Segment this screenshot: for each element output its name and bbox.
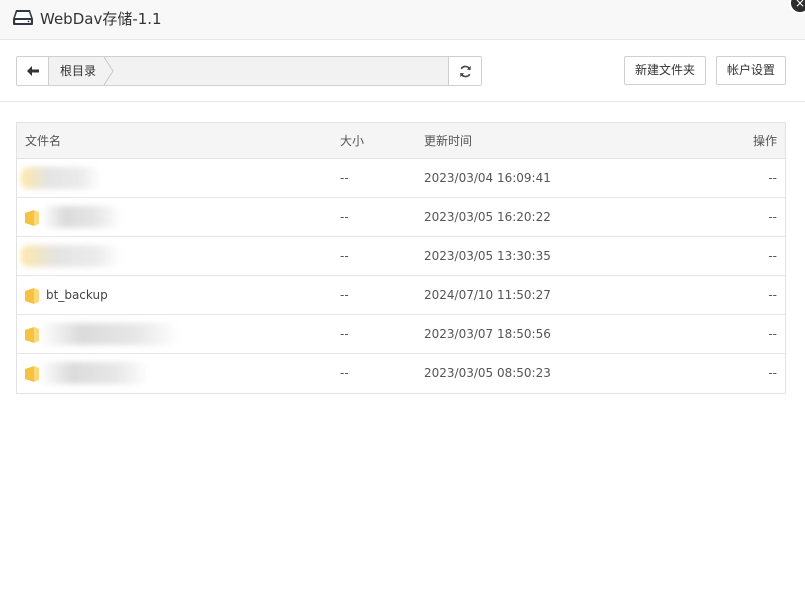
title-bar: WebDav存储-1.1 [0,0,805,40]
file-size: -- [340,366,349,380]
divider [0,101,805,102]
column-header-actions: 操作 [752,134,777,148]
file-time: 2024/07/10 11:50:27 [424,288,551,302]
file-size: -- [340,249,349,263]
breadcrumb-separator [103,57,114,85]
breadcrumb-root[interactable]: 根目录 [50,57,109,85]
file-time: 2023/03/07 18:50:56 [424,327,551,341]
file-actions: -- [768,171,777,185]
file-size: -- [340,171,349,185]
redacted-filename [21,167,101,189]
redacted-filename [21,245,121,267]
file-table: 文件名 大小 更新时间 操作 -- 2023/03/04 16:09:41 --… [16,122,786,394]
column-header-name[interactable]: 文件名 [25,123,61,159]
file-size: -- [340,327,349,341]
file-size: -- [340,210,349,224]
folder-icon [25,366,39,382]
file-time: 2023/03/05 16:20:22 [424,210,551,224]
refresh-icon [459,65,471,77]
table-header: 文件名 大小 更新时间 操作 [17,123,785,159]
table-row[interactable]: -- 2023/03/04 16:09:41 -- [17,159,785,198]
redacted-filename [41,206,121,228]
column-header-size[interactable]: 大小 [340,123,364,159]
file-time: 2023/03/04 16:09:41 [424,171,551,185]
file-actions: -- [768,210,777,224]
file-name[interactable]: bt_backup [46,276,108,315]
table-row[interactable]: -- 2023/03/05 08:50:23 -- [17,354,785,393]
file-actions: -- [768,327,777,341]
table-row[interactable]: bt_backup -- 2024/07/10 11:50:27 -- [17,276,785,315]
redacted-filename [39,362,149,384]
redacted-filename [39,323,179,345]
table-row[interactable]: -- 2023/03/05 13:30:35 -- [17,237,785,276]
folder-icon [25,288,39,304]
table-row[interactable]: -- 2023/03/07 18:50:56 -- [17,315,785,354]
back-button[interactable] [17,57,49,85]
webdav-storage-icon [13,10,33,25]
new-folder-button[interactable]: 新建文件夹 [624,56,706,85]
folder-icon [25,210,39,226]
file-actions: -- [768,288,777,302]
arrow-left-icon [26,66,39,76]
account-settings-button[interactable]: 帐户设置 [716,56,786,85]
file-time: 2023/03/05 13:30:35 [424,249,551,263]
file-actions: -- [768,366,777,380]
column-header-time[interactable]: 更新时间 [424,123,472,159]
path-navigation: 根目录 [16,56,482,86]
folder-icon [25,327,39,343]
file-time: 2023/03/05 08:50:23 [424,366,551,380]
refresh-button[interactable] [448,57,481,85]
file-actions: -- [768,249,777,263]
window-title: WebDav存储-1.1 [40,10,162,28]
table-row[interactable]: -- 2023/03/05 16:20:22 -- [17,198,785,237]
file-size: -- [340,288,349,302]
